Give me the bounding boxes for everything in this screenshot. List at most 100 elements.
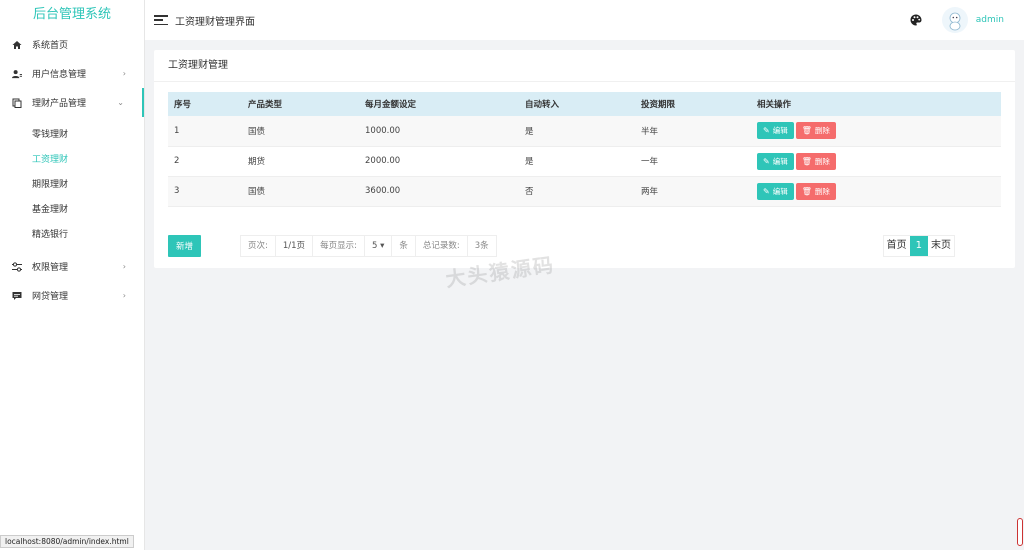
table-row: 3 国债 3600.00 否 两年 ✎ 编辑 🗑 删除 xyxy=(168,176,1001,207)
total-value: 3条 xyxy=(474,241,489,251)
menu-label: 用户信息管理 xyxy=(32,70,87,80)
cell-id: 3 xyxy=(168,176,242,207)
edit-button[interactable]: ✎ 编辑 xyxy=(757,182,794,200)
page-title: 工资理财管理界面 xyxy=(175,16,255,28)
cell-term: 半年 xyxy=(635,116,751,147)
column-header: 产品类型 xyxy=(242,92,359,116)
table-row: 1 国债 1000.00 是 半年 ✎ 编辑 🗑 删除 xyxy=(168,116,1001,147)
cell-actions: ✎ 编辑 🗑 删除 xyxy=(751,146,1001,177)
current-page-button[interactable]: 1 xyxy=(909,236,928,256)
copy-icon xyxy=(12,98,22,108)
pagination: 首页 1 末页 xyxy=(882,235,955,257)
edit-label: 编辑 xyxy=(772,186,788,196)
menu-item-p2p-loans[interactable]: 网贷管理 › xyxy=(0,281,144,310)
edit-button[interactable]: ✎ 编辑 xyxy=(757,122,794,140)
cell-auto: 否 xyxy=(519,176,635,207)
cell-amount: 1000.00 xyxy=(359,116,519,147)
chevron-right-icon: › xyxy=(122,69,126,78)
cell-id: 2 xyxy=(168,146,242,177)
column-header: 序号 xyxy=(168,92,242,116)
delete-button[interactable]: 🗑 删除 xyxy=(795,152,836,170)
cell-amount: 3600.00 xyxy=(359,176,519,207)
delete-button[interactable]: 🗑 删除 xyxy=(795,122,836,140)
menu-label: 系统首页 xyxy=(32,41,69,51)
edit-label: 编辑 xyxy=(772,126,788,136)
delete-label: 删除 xyxy=(814,126,830,136)
menu-item-home[interactable]: 系统首页 xyxy=(0,30,144,59)
user-icon xyxy=(12,69,22,79)
pencil-icon: ✎ xyxy=(763,186,770,196)
pencil-icon: ✎ xyxy=(763,126,770,136)
table-row: 2 期货 2000.00 是 一年 ✎ 编辑 🗑 删除 xyxy=(168,146,1001,177)
menu-item-finance-products[interactable]: 理财产品管理 ⌄ xyxy=(0,88,144,117)
cell-term: 两年 xyxy=(635,176,751,207)
cell-type: 国债 xyxy=(242,176,359,207)
cell-term: 一年 xyxy=(635,146,751,177)
per-page-select[interactable]: 5 ▾ xyxy=(365,236,393,256)
trash-icon: 🗑 xyxy=(801,186,812,196)
salary-finance-table: 序号 产品类型 每月金额设定 自动转入 投资期限 相关操作 1 国债 1000.… xyxy=(168,92,1001,207)
column-header: 投资期限 xyxy=(635,92,751,116)
trash-icon: 🗑 xyxy=(801,126,812,136)
per-page-unit: 条 xyxy=(392,236,416,256)
cell-auto: 是 xyxy=(519,146,635,177)
sidebar: 后台管理系统 系统首页 用户信息管理 › 理财产品管理 ⌄ 零钱理财 工资理财 … xyxy=(0,0,145,550)
cell-id: 1 xyxy=(168,116,242,147)
first-page-button[interactable]: 首页 xyxy=(884,236,910,256)
menu-item-permissions[interactable]: 权限管理 › xyxy=(0,252,144,281)
column-header: 每月金额设定 xyxy=(359,92,519,116)
sliders-icon xyxy=(12,261,22,272)
add-button[interactable]: 新增 xyxy=(168,235,201,257)
message-icon xyxy=(12,291,22,301)
cell-actions: ✎ 编辑 🗑 删除 xyxy=(751,116,1001,147)
edit-button[interactable]: ✎ 编辑 xyxy=(757,152,794,170)
cell-auto: 是 xyxy=(519,116,635,147)
delete-button[interactable]: 🗑 删除 xyxy=(795,182,836,200)
delete-label: 删除 xyxy=(814,156,830,166)
cell-type: 国债 xyxy=(242,116,359,147)
submenu-item-fund-finance[interactable]: 基金理财 xyxy=(0,198,144,223)
pencil-icon: ✎ xyxy=(763,156,770,166)
trash-icon: 🗑 xyxy=(801,156,812,166)
chevron-right-icon: › xyxy=(122,291,126,300)
table-header-row: 序号 产品类型 每月金额设定 自动转入 投资期限 相关操作 xyxy=(168,92,1001,116)
avatar[interactable] xyxy=(941,7,968,33)
page-value: 1/1页 xyxy=(276,236,314,256)
column-header: 自动转入 xyxy=(519,92,635,116)
finance-submenu: 零钱理财 工资理财 期限理财 基金理财 精选银行 xyxy=(0,117,144,252)
palette-icon[interactable] xyxy=(910,14,922,26)
menu-label: 网贷管理 xyxy=(32,292,69,302)
last-page-button[interactable]: 末页 xyxy=(928,236,954,256)
username[interactable]: admin xyxy=(976,15,1004,25)
menu-label: 理财产品管理 xyxy=(32,99,87,109)
salary-finance-card: 工资理财管理 序号 产品类型 每月金额设定 自动转入 投资期限 相关操作 1 国… xyxy=(154,50,1015,268)
submenu-item-term-finance[interactable]: 期限理财 xyxy=(0,173,144,198)
brand-title: 后台管理系统 xyxy=(0,0,144,30)
browser-status-url: localhost:8080/admin/index.html xyxy=(0,535,134,548)
card-title: 工资理财管理 xyxy=(154,50,1015,82)
per-page-label: 每页显示: xyxy=(313,236,365,256)
top-header: 工资理财管理界面 admin xyxy=(145,0,1024,40)
column-header: 相关操作 xyxy=(751,92,1001,116)
caret-down-icon: ▾ xyxy=(380,241,385,251)
menu-item-user-info[interactable]: 用户信息管理 › xyxy=(0,59,144,88)
submenu-item-selected-bank[interactable]: 精选银行 xyxy=(0,223,144,248)
delete-label: 删除 xyxy=(814,186,830,196)
page-label: 页次: xyxy=(241,236,276,256)
submenu-item-salary-finance[interactable]: 工资理财 xyxy=(0,148,144,173)
cell-actions: ✎ 编辑 🗑 删除 xyxy=(751,176,1001,207)
cell-type: 期货 xyxy=(242,146,359,177)
per-page-value: 5 xyxy=(371,241,378,251)
chevron-down-icon: ⌄ xyxy=(117,98,124,107)
menu-toggle-icon[interactable] xyxy=(154,15,168,25)
scrollbar-thumb[interactable] xyxy=(1017,518,1023,546)
pager-info: 页次: 1/1页 每页显示: 5 ▾ 条 总记录数: 3条 xyxy=(240,235,497,257)
edit-label: 编辑 xyxy=(772,156,788,166)
home-icon xyxy=(12,40,22,50)
cell-amount: 2000.00 xyxy=(359,146,519,177)
total-label: 总记录数: xyxy=(416,236,468,256)
submenu-item-change-finance[interactable]: 零钱理财 xyxy=(0,123,144,148)
header-right: admin xyxy=(910,0,1004,40)
menu-label: 权限管理 xyxy=(32,263,69,273)
chevron-right-icon: › xyxy=(122,262,126,271)
